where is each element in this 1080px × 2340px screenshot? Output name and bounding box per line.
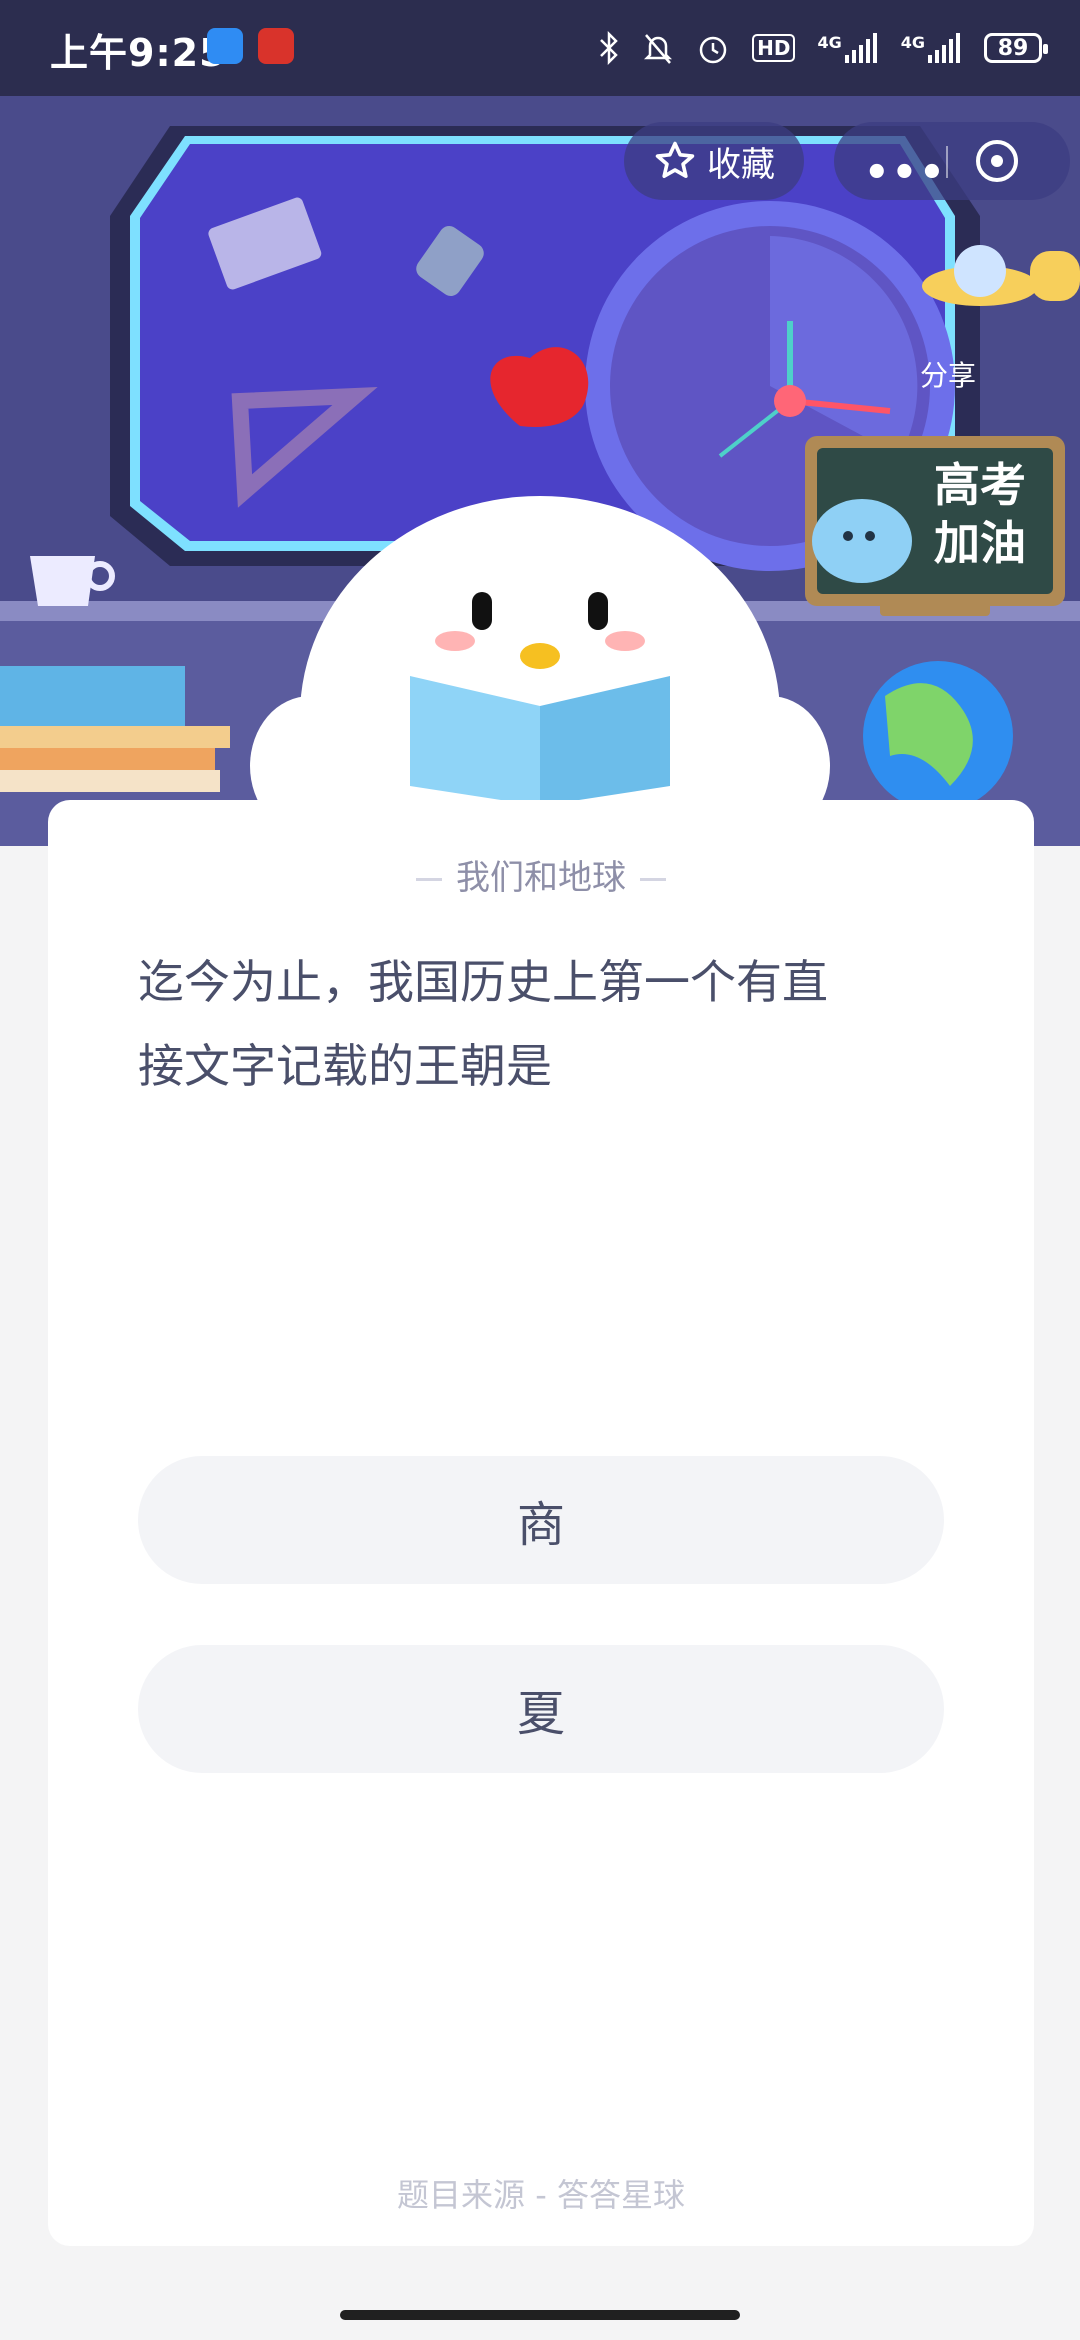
- answer-option-b[interactable]: 夏: [138, 1645, 944, 1773]
- signal-4g-1: 4G: [817, 33, 878, 63]
- battery-indicator: 89: [984, 33, 1048, 63]
- status-icons: HD 4G 4G 89: [598, 26, 1048, 70]
- alarm-icon: [699, 36, 727, 64]
- status-time: 上午9:25: [50, 31, 227, 75]
- home-indicator[interactable]: [340, 2310, 740, 2320]
- hero-scene: [0, 96, 1080, 846]
- status-bar: 上午9:25 HD 4G 4G 89: [0, 0, 1080, 96]
- divider: [640, 878, 666, 881]
- close-mini-program-icon[interactable]: [974, 138, 1020, 184]
- question-category: 我们和地球: [48, 850, 1034, 899]
- share-button[interactable]: 分享: [920, 226, 976, 394]
- answer-option-a[interactable]: 商: [138, 1456, 944, 1584]
- hd-badge: HD: [752, 34, 796, 62]
- more-menu-icon[interactable]: •••: [864, 150, 947, 196]
- favorite-button[interactable]: 收藏: [624, 122, 804, 200]
- mute-bell-icon: [644, 34, 673, 64]
- app-notification-icon: [207, 28, 243, 64]
- capsule-divider: [946, 146, 948, 178]
- share-label: 分享: [920, 359, 977, 392]
- app-notification-icon-2: [258, 28, 294, 64]
- question-source: 题目来源 - 答答星球: [397, 2176, 685, 2214]
- star-icon: [655, 141, 695, 179]
- signal-bars-icon: [844, 33, 877, 63]
- bluetooth-icon: [600, 31, 618, 65]
- question-card: 我们和地球 迄今为止，我国历史上第一个有直 接文字记载的王朝是 商 夏 题目来源…: [48, 800, 1034, 2246]
- question-text: 迄今为止，我国历史上第一个有直 接文字记载的王朝是: [138, 955, 828, 1093]
- signal-bars-icon: [928, 33, 960, 63]
- favorite-label: 收藏: [707, 144, 775, 185]
- hero-illustration: 高考 加油: [0, 96, 1080, 846]
- mini-program-capsule: •••: [834, 122, 1070, 200]
- blackboard-text: 高考 加油: [934, 458, 1026, 570]
- divider: [416, 878, 442, 881]
- signal-4g-2: 4G: [901, 33, 962, 63]
